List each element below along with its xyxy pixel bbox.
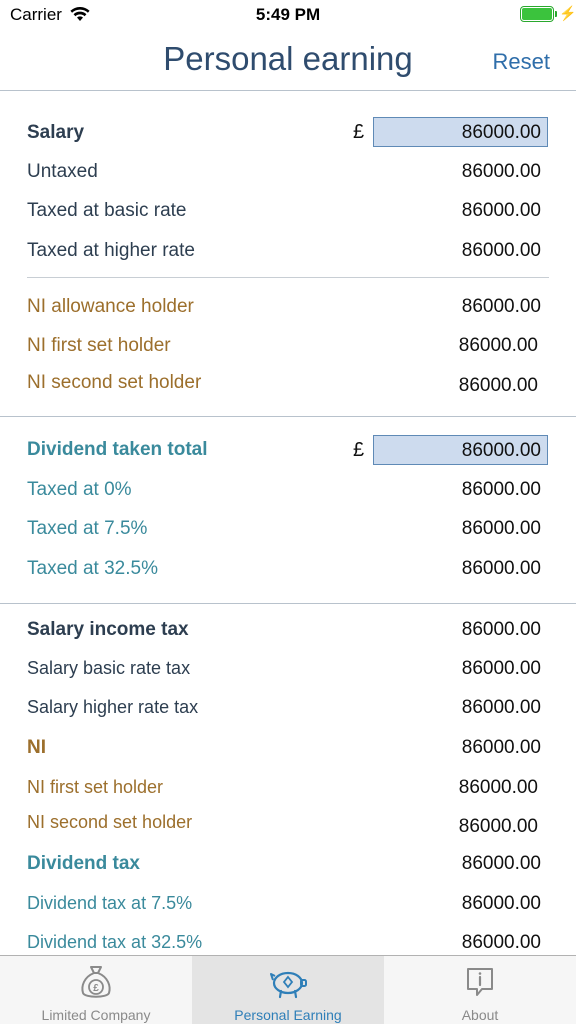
dividend-tax-325-label: Dividend tax at 32.5% xyxy=(27,932,203,952)
nav-divider xyxy=(0,90,576,91)
ni-second-value: 86000.00 xyxy=(458,375,538,396)
salary-input[interactable]: 86000.00 xyxy=(373,117,548,147)
list-item: Taxed at 32.5% 86000.00 xyxy=(0,552,576,588)
taxed-75-value: 86000.00 xyxy=(461,518,541,539)
tab-label: Personal Earning xyxy=(234,1007,342,1023)
taxed-higher-value: 86000.00 xyxy=(461,240,541,261)
taxed-higher-label: Taxed at higher rate xyxy=(27,240,195,261)
salary-income-tax-value: 86000.00 xyxy=(461,619,541,640)
clock-label: 5:49 PM xyxy=(255,5,321,24)
salary-higher-tax-value: 86000.00 xyxy=(461,697,541,718)
salary-basic-tax-value: 86000.00 xyxy=(461,658,541,679)
dividend-label: Dividend taken total xyxy=(27,439,208,460)
list-item: NI second set holder 86000.00 xyxy=(0,806,576,842)
dividend-input[interactable]: 86000.00 xyxy=(373,435,548,465)
salary-basic-tax-label: Salary basic rate tax xyxy=(27,658,191,678)
list-item: NI allowance holder 86000.00 xyxy=(0,290,576,326)
tab-about[interactable]: About xyxy=(384,956,576,1024)
status-bar: Carrier 5:49 PM ⚡ xyxy=(0,0,576,30)
tab-bar: £ Limited Company Personal Earning About xyxy=(0,955,576,1024)
section-divider xyxy=(0,603,576,604)
currency-symbol: £ xyxy=(353,121,365,143)
salary-income-tax-label: Salary income tax xyxy=(27,619,189,640)
dividend-row: Dividend taken total £ 86000.00 xyxy=(0,435,576,471)
list-item: Salary basic rate tax 86000.00 xyxy=(0,652,576,688)
ni-tax-label: NI xyxy=(27,737,46,758)
list-item: Dividend tax 86000.00 xyxy=(0,847,576,883)
list-item: Taxed at 0% 86000.00 xyxy=(0,473,576,509)
salary-higher-tax-label: Salary higher rate tax xyxy=(27,697,199,717)
dividend-tax-75-value: 86000.00 xyxy=(461,893,541,914)
salary-label: Salary xyxy=(27,122,85,143)
money-bag-icon: £ xyxy=(81,966,111,998)
list-item: Taxed at basic rate 86000.00 xyxy=(0,194,576,230)
list-item: NI first set holder 86000.00 xyxy=(0,329,576,365)
list-item: NI first set holder 86000.00 xyxy=(0,771,576,807)
dividend-tax-value: 86000.00 xyxy=(461,853,541,874)
divider xyxy=(27,277,549,278)
taxed-325-label: Taxed at 32.5% xyxy=(27,558,158,579)
dividend-tax-75-label: Dividend tax at 7.5% xyxy=(27,893,193,913)
untaxed-label: Untaxed xyxy=(27,161,98,182)
dividend-tax-325-value: 86000.00 xyxy=(461,932,541,953)
list-item: NI 86000.00 xyxy=(0,731,576,767)
battery-icon xyxy=(520,6,554,22)
taxed-75-label: Taxed at 7.5% xyxy=(27,518,148,539)
dividend-tax-label: Dividend tax xyxy=(27,853,140,874)
taxed-basic-label: Taxed at basic rate xyxy=(27,200,187,221)
list-item: Untaxed 86000.00 xyxy=(0,155,576,191)
list-item: NI second set holder 86000.00 xyxy=(0,366,576,402)
taxed-325-value: 86000.00 xyxy=(461,558,541,579)
ni-second-label: NI second set holder xyxy=(27,372,202,393)
battery-cap xyxy=(555,11,557,17)
untaxed-value: 86000.00 xyxy=(461,161,541,182)
info-bubble-icon xyxy=(467,968,493,996)
page-title: Personal earning xyxy=(163,40,413,77)
tab-limited-company[interactable]: £ Limited Company xyxy=(0,956,192,1024)
salary-row: Salary £ 86000.00 xyxy=(0,117,576,153)
svg-text:£: £ xyxy=(93,983,99,994)
ni-first-tax-label: NI first set holder xyxy=(27,777,164,797)
reset-button[interactable]: Reset xyxy=(493,49,550,75)
section-divider xyxy=(0,416,576,417)
taxed-0-label: Taxed at 0% xyxy=(27,479,132,500)
charging-icon: ⚡ xyxy=(559,5,576,21)
list-item: Taxed at higher rate 86000.00 xyxy=(0,234,576,270)
ni-tax-value: 86000.00 xyxy=(461,737,541,758)
list-item: Salary higher rate tax 86000.00 xyxy=(0,691,576,727)
list-item: Taxed at 7.5% 86000.00 xyxy=(0,512,576,548)
ni-second-tax-value: 86000.00 xyxy=(458,816,538,837)
piggy-bank-icon xyxy=(270,971,307,999)
ni-first-tax-value: 86000.00 xyxy=(458,777,538,798)
taxed-basic-value: 86000.00 xyxy=(461,200,541,221)
currency-symbol: £ xyxy=(353,439,365,461)
taxed-0-value: 86000.00 xyxy=(461,479,541,500)
tab-label: About xyxy=(461,1007,499,1023)
ni-first-label: NI first set holder xyxy=(27,335,171,356)
tab-personal-earning[interactable]: Personal Earning xyxy=(192,956,384,1024)
list-item: Dividend tax at 7.5% 86000.00 xyxy=(0,887,576,923)
ni-second-tax-label: NI second set holder xyxy=(27,812,193,832)
ni-allowance-label: NI allowance holder xyxy=(27,296,194,317)
ni-allowance-value: 86000.00 xyxy=(461,296,541,317)
ni-first-value: 86000.00 xyxy=(458,335,538,356)
tab-label: Limited Company xyxy=(41,1007,151,1023)
list-item: Salary income tax 86000.00 xyxy=(0,613,576,649)
